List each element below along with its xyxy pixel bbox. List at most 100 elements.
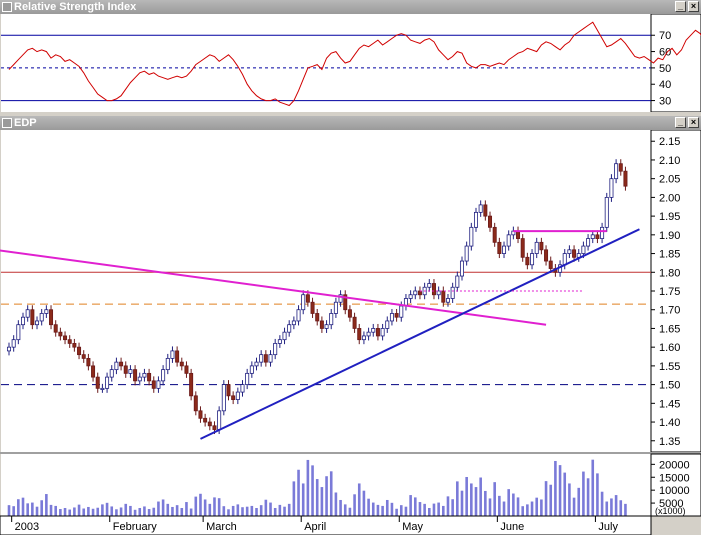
volume-bar (12, 506, 15, 516)
volume-bar (376, 504, 380, 516)
candle-body (375, 328, 380, 337)
volume-bar (479, 477, 482, 516)
candle-body (21, 316, 26, 326)
volume-bar (7, 505, 11, 516)
volume-bar (283, 506, 286, 516)
candle-body (581, 245, 586, 254)
candle-body (147, 372, 152, 382)
volume-bar (507, 489, 510, 516)
candle-body (548, 260, 553, 269)
candle-body (469, 226, 474, 247)
volume-bar (530, 501, 534, 516)
price-tick-label: 1.80 (659, 267, 680, 279)
window-icon (2, 2, 12, 12)
candle-body (609, 178, 614, 198)
rsi-chart: 30 40 50 60 70 (1, 14, 701, 112)
candle-body (506, 234, 511, 247)
rsi-close-button[interactable]: × (688, 1, 699, 12)
candle-body (179, 361, 184, 367)
price-tick-label: 1.40 (659, 417, 680, 429)
candle-body (198, 410, 203, 419)
volume-bar (68, 509, 72, 516)
volume-bar (320, 487, 324, 516)
candle-body (497, 241, 502, 254)
candle-body (35, 320, 40, 326)
volume-bar (488, 498, 492, 516)
candle-body (301, 294, 306, 311)
volume-bar (54, 505, 57, 516)
price-tick-label: 1.90 (659, 230, 680, 242)
candle-body (128, 369, 133, 374)
x-tick-label: May (402, 521, 423, 533)
candle-body (530, 253, 535, 266)
volume-bar (101, 504, 104, 516)
price-tick-label: 1.60 (659, 342, 680, 354)
volume-bar (264, 499, 268, 516)
candle-body (193, 395, 198, 412)
candle-body (25, 309, 30, 318)
candle-body (450, 286, 455, 299)
rsi-tick-label: 70 (659, 30, 671, 42)
volume-bar (451, 499, 454, 516)
price-chart: 1.35 1.40 1.45 1.50 1.55 1.60 1.65 1.70 1.75 1.80… (0, 130, 701, 535)
candle-body (586, 238, 591, 247)
candle-body (133, 369, 138, 382)
candle-body (333, 301, 338, 314)
volume-bar (512, 493, 515, 516)
volume-bar (498, 495, 501, 516)
volume-unit-label: (x1000) (655, 506, 686, 516)
volume-bar (367, 498, 370, 516)
candle-body (445, 298, 450, 303)
rsi-window-titlebar[interactable]: Relative Strength Index _ × (0, 0, 701, 14)
candle-body (86, 357, 91, 367)
candle-body (175, 350, 180, 363)
volume-bar (180, 507, 184, 516)
volume-bar (115, 509, 118, 516)
volume-bar (175, 505, 179, 516)
price-window-titlebar[interactable]: EDP _ × (0, 116, 701, 130)
price-minimize-button[interactable]: _ (675, 117, 686, 128)
candle-body (119, 361, 124, 367)
price-close-button[interactable]: × (688, 117, 699, 128)
rsi-window-title: Relative Strength Index (14, 1, 137, 13)
volume-bar (143, 506, 146, 516)
candle-body (170, 350, 175, 359)
candle-body (380, 328, 385, 337)
candle-body (235, 391, 240, 400)
volume-bar (292, 481, 296, 516)
volume-bar (470, 483, 473, 516)
candle-body (595, 234, 600, 239)
candle-body (305, 294, 310, 303)
volume-bar (516, 497, 520, 516)
candle-body (478, 204, 483, 213)
rsi-minimize-button[interactable]: _ (675, 1, 686, 12)
candle-body (492, 226, 497, 243)
price-tick-label: 2.15 (659, 136, 680, 148)
candle-body (240, 384, 245, 393)
volume-bar (348, 507, 352, 516)
rsi-plot-area (1, 14, 651, 112)
candle-body (63, 335, 68, 341)
candle-body (142, 372, 147, 378)
volume-bar (371, 502, 375, 516)
volume-bar (26, 503, 29, 516)
volume-bar (586, 478, 590, 516)
candle-body (562, 253, 567, 266)
volume-bar (21, 497, 25, 516)
volume-bar (399, 505, 403, 516)
candle-body (259, 354, 264, 363)
candle-body (291, 320, 296, 326)
candle-body (91, 365, 96, 378)
candle-body (464, 245, 469, 262)
volume-bar (278, 504, 282, 516)
volume-bar (166, 503, 170, 516)
candle-body (114, 361, 119, 371)
volume-bar (554, 460, 557, 516)
volume-bar (185, 502, 188, 516)
x-tick-label: March (206, 521, 237, 533)
price-tick-label: 1.65 (659, 323, 680, 335)
volume-bar (82, 508, 86, 516)
volume-bar (413, 497, 417, 516)
volume-bar (77, 504, 81, 516)
price-tick-label: 1.50 (659, 380, 680, 392)
